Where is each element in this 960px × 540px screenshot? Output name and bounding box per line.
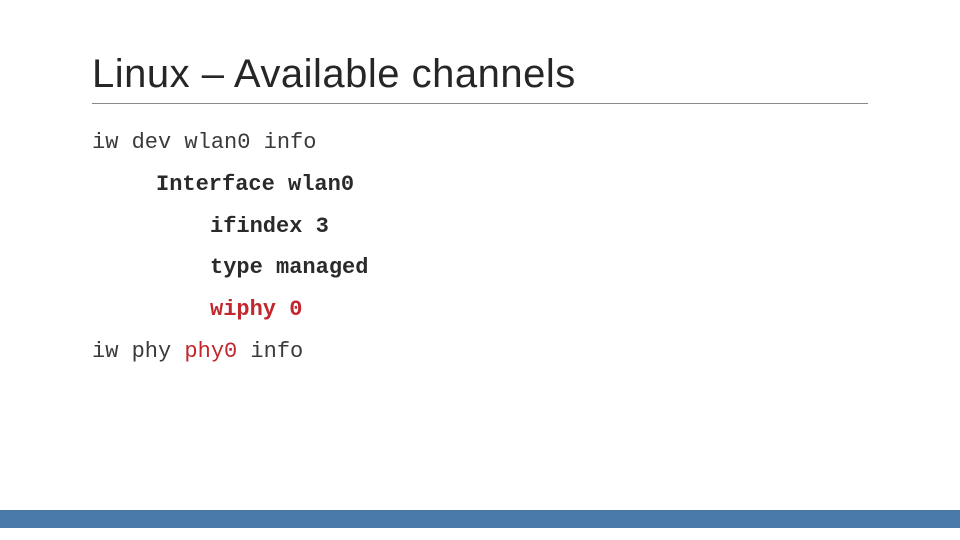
code-block: iw dev wlan0 info Interface wlan0 ifinde… (92, 122, 868, 373)
cmd2-part1: iw phy (92, 339, 184, 364)
code-line-ifindex: ifindex 3 (92, 206, 868, 248)
footer-bar (0, 510, 960, 528)
code-line-command-1: iw dev wlan0 info (92, 122, 868, 164)
code-line-command-2: iw phy phy0 info (92, 331, 868, 373)
code-line-wiphy: wiphy 0 (92, 289, 868, 331)
code-line-interface: Interface wlan0 (92, 164, 868, 206)
slide-title: Linux – Available channels (92, 52, 868, 104)
cmd2-part3: info (237, 339, 303, 364)
code-line-type: type managed (92, 247, 868, 289)
slide-body: Linux – Available channels iw dev wlan0 … (0, 0, 960, 373)
cmd2-phy0: phy0 (184, 339, 237, 364)
